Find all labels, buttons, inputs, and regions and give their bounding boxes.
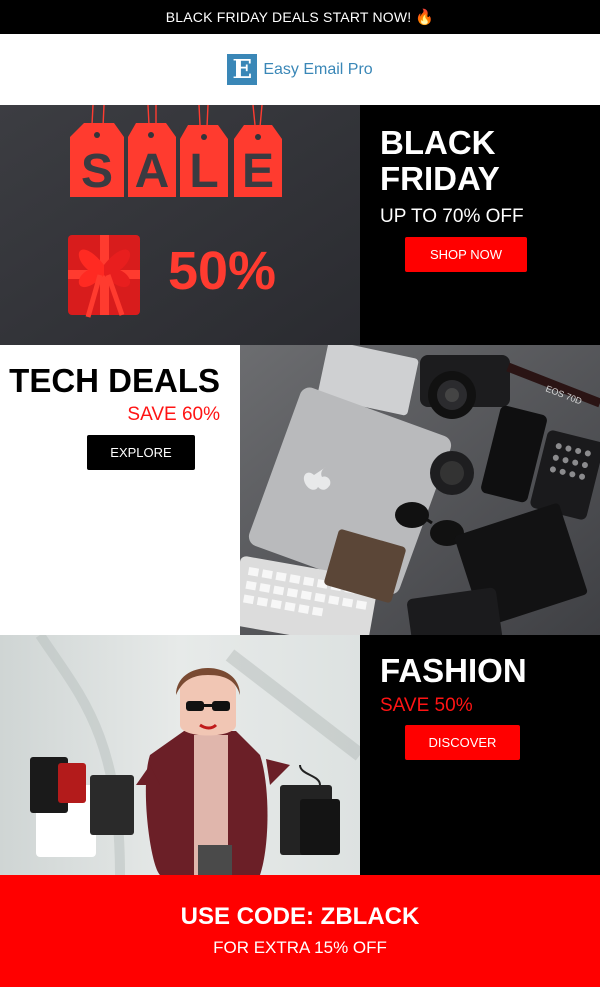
gift-box-icon: [68, 235, 140, 318]
announcement-text: BLACK FRIDAY DEALS START NOW!: [165, 9, 412, 25]
hero-title-line1: BLACK: [380, 124, 496, 161]
fashion-subtitle: SAVE 50%: [380, 695, 473, 716]
promo-code-banner: USE CODE: ZBLACK FOR EXTRA 15% OFF: [0, 875, 600, 987]
promo-extra-text: FOR EXTRA 15% OFF: [213, 938, 387, 957]
hero-text-panel: BLACK FRIDAY UP TO 70% OFF SHOP NOW: [360, 105, 600, 345]
tech-deals-section: TECH DEALS SAVE 60% EXPLORE EOS 70D: [0, 345, 600, 635]
sale-letter-a: A: [135, 145, 170, 198]
announcement-bar: BLACK FRIDAY DEALS START NOW! 🔥: [0, 0, 600, 34]
tech-products-image[interactable]: EOS 70D: [240, 345, 600, 635]
explore-button[interactable]: EXPLORE: [87, 435, 195, 470]
fashion-shopper-image[interactable]: [0, 635, 360, 875]
shop-now-button[interactable]: SHOP NOW: [405, 237, 527, 272]
percent-50-text: 50%: [168, 241, 276, 301]
tech-flatlay-illustration: EOS 70D: [240, 345, 600, 635]
header-logo-row: E Easy Email Pro: [0, 34, 600, 105]
hero-title-line2: FRIDAY: [380, 160, 500, 197]
tech-deals-title: TECH DEALS: [9, 362, 220, 399]
fashion-section: FASHION SAVE 50% DISCOVER: [0, 635, 600, 875]
fashion-title: FASHION: [380, 652, 527, 689]
sale-letter-s: S: [81, 145, 113, 198]
shopper-illustration: [0, 635, 360, 875]
discover-button[interactable]: DISCOVER: [405, 725, 520, 760]
sale-tags-illustration: S A L E 50%: [0, 105, 360, 345]
hero-subtitle: UP TO 70% OFF: [380, 206, 524, 227]
logo-mark[interactable]: E: [227, 54, 258, 85]
sale-letter-l: L: [189, 145, 218, 198]
logo-wordmark[interactable]: Easy Email Pro: [263, 61, 372, 79]
promo-code-text: USE CODE: ZBLACK: [180, 903, 420, 930]
hero-section: S A L E 50% BLACK FRIDAY UP TO 70% OFF S…: [0, 105, 600, 345]
fire-icon: 🔥: [415, 9, 435, 26]
sale-letter-e: E: [242, 145, 274, 198]
tech-deals-subtitle: SAVE 60%: [127, 404, 220, 425]
fashion-text-panel: FASHION SAVE 50% DISCOVER: [360, 635, 600, 875]
sale-tags-image[interactable]: S A L E 50%: [0, 105, 360, 345]
